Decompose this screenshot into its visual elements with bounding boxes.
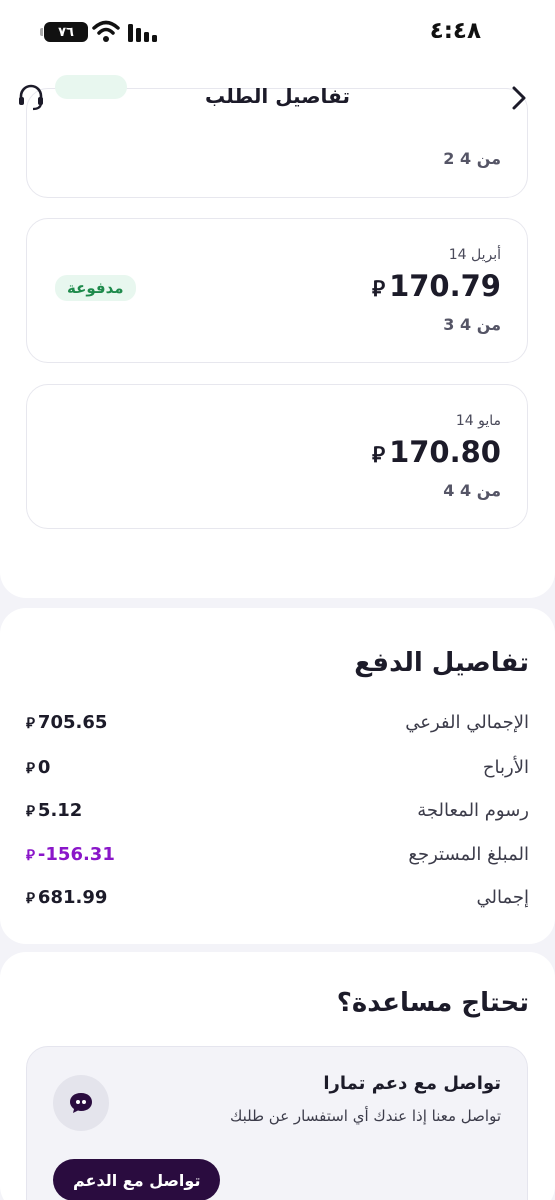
currency-icon: ⃁ xyxy=(372,443,386,468)
status-time: ٤:٤٨ xyxy=(429,18,481,44)
amount-value: 170.80 xyxy=(389,435,501,469)
row-label: إجمالي xyxy=(476,887,529,908)
paid-status-badge: مدفوعة xyxy=(55,275,136,301)
profits-row: الأرباح ⃁ 0 xyxy=(26,757,529,787)
value-text: 5.12 xyxy=(37,800,83,821)
subtotal-row: الإجمالي الفرعي ⃁ 705.65 xyxy=(26,712,529,742)
installment-date: 14 أبريل xyxy=(448,247,501,263)
row-value: ⃁ 0 xyxy=(26,757,50,778)
row-value: ⃁ 705.65 xyxy=(26,712,107,733)
currency-icon: ⃁ xyxy=(26,714,35,732)
row-value: ⃁ -156.31 xyxy=(26,844,115,865)
installment-card-4[interactable]: 14 مايو ⃁ 170.80 4 من 4 xyxy=(26,384,528,529)
value-text: 0 xyxy=(37,757,51,778)
currency-icon: ⃁ xyxy=(26,802,35,820)
refund-row: المبلغ المسترجع ⃁ -156.31 xyxy=(26,844,529,874)
installment-count: 4 من 4 xyxy=(443,481,501,500)
processing-fee-row: رسوم المعالجة ⃁ 5.12 xyxy=(26,800,529,830)
installment-count: 3 من 4 xyxy=(443,315,501,334)
currency-icon: ⃁ xyxy=(26,846,35,864)
section-title: تحتاج مساعدة؟ xyxy=(336,988,529,1018)
currency-icon: ⃁ xyxy=(372,277,386,302)
currency-icon: ⃁ xyxy=(26,759,35,777)
row-label: رسوم المعالجة xyxy=(417,800,529,821)
installment-amount: ⃁ 170.79 xyxy=(372,269,501,303)
battery-icon: ٧٦ xyxy=(40,22,88,42)
installment-count: 2 من 4 xyxy=(443,149,501,168)
contact-support-button[interactable]: تواصل مع الدعم xyxy=(53,1159,221,1200)
row-value: ⃁ 681.99 xyxy=(26,887,107,908)
help-card: تحتاج مساعدة؟ تواصل مع دعم تمارا تواصل م… xyxy=(0,952,555,1200)
amount-value: 170.79 xyxy=(389,269,501,303)
installments-section: ٤:٤٨ ٧٦ 2 من 4 14 أبريل ⃁ 170.79 3 من 4 م… xyxy=(0,0,555,598)
signal-icon xyxy=(128,24,157,42)
value-text: 681.99 xyxy=(37,887,108,908)
currency-icon: ⃁ xyxy=(26,889,35,907)
contact-support-box: تواصل مع دعم تمارا تواصل معنا إذا عندك أ… xyxy=(26,1046,528,1200)
row-label: الإجمالي الفرعي xyxy=(405,712,529,733)
wifi-icon xyxy=(92,20,120,42)
chevron-right-icon[interactable] xyxy=(509,84,529,112)
row-label: المبلغ المسترجع xyxy=(408,844,529,865)
status-bar: ٤:٤٨ ٧٦ xyxy=(0,0,555,62)
value-text: -156.31 xyxy=(37,844,115,865)
contact-title: تواصل مع دعم تمارا xyxy=(323,1073,501,1094)
chat-bubble-icon xyxy=(53,1075,109,1131)
value-text: 705.65 xyxy=(37,712,108,733)
row-label: الأرباح xyxy=(482,757,529,778)
page-title: تفاصيل الطلب xyxy=(205,84,350,108)
total-row: إجمالي ⃁ 681.99 xyxy=(26,887,529,917)
header: تفاصيل الطلب xyxy=(0,72,555,124)
section-title: تفاصيل الدفع xyxy=(354,648,529,678)
contact-subtitle: تواصل معنا إذا عندك أي استفسار عن طلبك xyxy=(229,1107,501,1125)
installment-amount: ⃁ 170.80 xyxy=(372,435,501,469)
installment-card-3[interactable]: 14 أبريل ⃁ 170.79 3 من 4 مدفوعة xyxy=(26,218,528,363)
row-value: ⃁ 5.12 xyxy=(26,800,82,821)
payment-details-card: تفاصيل الدفع الإجمالي الفرعي ⃁ 705.65 الأ… xyxy=(0,608,555,944)
installment-date: 14 مايو xyxy=(455,413,501,429)
